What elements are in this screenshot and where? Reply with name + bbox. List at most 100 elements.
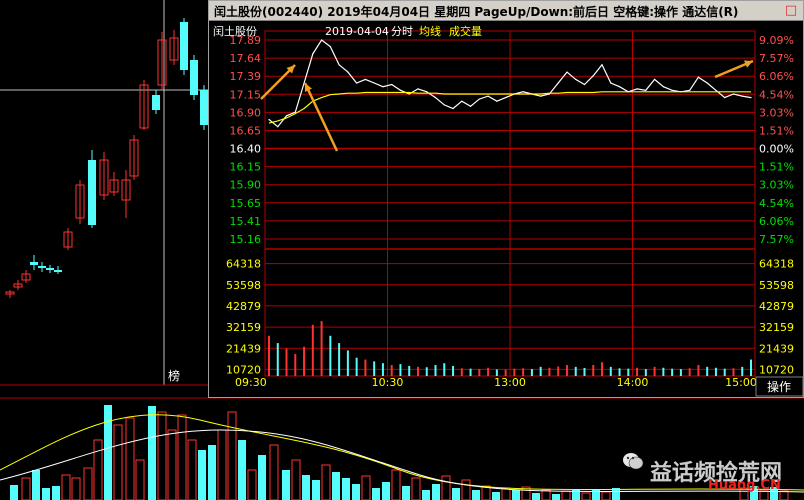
- time-axis-label: 14:00: [617, 376, 649, 389]
- volume-axis-label: 64318: [226, 258, 261, 271]
- price-point: [662, 86, 664, 88]
- percent-axis-label: 3.03%: [759, 106, 794, 119]
- volume-axis-label-right: 10720: [759, 363, 794, 376]
- bg-volume-bar: [21, 477, 31, 500]
- bg-volume-bar: [572, 489, 580, 500]
- price-axis-label: 15.16: [230, 233, 262, 246]
- intraday-chart[interactable]: 17.89 9.09%17.64 7.57%17.39 6.06%17.15 4.54%…: [209, 21, 804, 399]
- price-point: [531, 93, 533, 95]
- bg-volume-bar: [247, 469, 257, 500]
- volume-axis-label-right: 32159: [759, 321, 794, 334]
- price-point: [312, 53, 314, 55]
- bg-volume-bar: [269, 444, 279, 500]
- volume-axis-label: 32159: [226, 321, 261, 334]
- bg-volume-bar: [238, 440, 246, 500]
- bg-candle: [152, 95, 160, 110]
- bg-volume-bar: [382, 482, 390, 500]
- price-point: [426, 91, 428, 93]
- bg-volume-bar: [402, 486, 410, 500]
- price-point: [487, 95, 489, 97]
- popup-title-bar[interactable]: 闰土股份(002440) 2019年04月04日 星期四 PageUp/Down…: [209, 1, 803, 21]
- chart-avg-legend: 均线: [419, 24, 441, 38]
- volume-axis-label-right: 64318: [759, 258, 794, 271]
- price-point: [399, 89, 402, 91]
- bg-volume-bar: [167, 429, 177, 500]
- price-point: [592, 75, 594, 77]
- bg-volume-bar: [208, 445, 216, 500]
- bg-volume-bar: [541, 489, 551, 500]
- bg-volume-bar: [501, 487, 511, 500]
- bg-volume-bar: [342, 478, 350, 500]
- price-point: [461, 100, 463, 102]
- price-point: [557, 82, 559, 84]
- bg-volume-bar: [601, 491, 611, 500]
- volume-axis-label-right: 21439: [759, 342, 794, 355]
- price-point: [741, 95, 743, 97]
- volume-axis-label: 21439: [226, 342, 261, 355]
- bg-volume-bar: [321, 464, 331, 500]
- price-point: [452, 107, 454, 110]
- price-point: [750, 97, 752, 99]
- price-point: [391, 83, 393, 86]
- watermark-subtext: Huang.CN: [708, 478, 781, 493]
- price-point: [382, 86, 384, 88]
- bg-volume-bar: [532, 493, 540, 500]
- price-point: [583, 83, 586, 86]
- close-button[interactable]: □: [783, 3, 799, 18]
- price-point: [294, 111, 296, 113]
- price-point: [715, 89, 717, 91]
- price-axis-label: 15.65: [230, 197, 262, 210]
- price-point: [417, 88, 419, 90]
- price-point: [478, 98, 480, 100]
- bg-label: 榜: [168, 368, 180, 383]
- price-point: [566, 71, 568, 73]
- percent-axis-label: 7.57%: [759, 233, 794, 246]
- price-point: [724, 97, 726, 99]
- price-axis-label: 17.39: [230, 70, 262, 83]
- bg-volume-bar: [581, 492, 591, 500]
- percent-axis-label: 3.03%: [759, 179, 794, 192]
- price-point: [408, 93, 410, 95]
- percent-axis-label: 1.51%: [759, 124, 794, 137]
- price-point: [364, 78, 366, 80]
- bg-volume-bar: [372, 488, 380, 500]
- bg-volume-bar: [391, 469, 401, 500]
- volume-axis-label-right: 53598: [759, 279, 794, 292]
- time-axis-label: 09:30: [235, 376, 267, 389]
- price-axis-label: 16.90: [230, 106, 262, 119]
- intraday-popup-window[interactable]: 闰土股份(002440) 2019年04月04日 星期四 PageUp/Down…: [208, 0, 804, 398]
- bg-candle: [190, 60, 198, 95]
- bg-volume-bar: [352, 484, 360, 500]
- bg-candle: [46, 268, 54, 270]
- bg-candle: [88, 160, 96, 225]
- percent-axis-label: 4.54%: [759, 197, 794, 210]
- operate-button[interactable]: 操作: [767, 379, 791, 394]
- price-point: [338, 64, 340, 66]
- percent-axis-label: 0.00%: [759, 143, 794, 156]
- price-point: [680, 91, 682, 93]
- bg-volume-bar: [432, 484, 440, 500]
- percent-axis-label: 6.06%: [759, 215, 794, 228]
- price-point: [636, 88, 638, 90]
- price-point: [671, 89, 673, 91]
- price-point: [610, 82, 612, 84]
- percent-axis-label: 7.57%: [759, 52, 794, 65]
- bg-volume-bar: [125, 417, 135, 500]
- price-point: [540, 95, 542, 97]
- wechat-icon: [623, 453, 644, 470]
- price-point: [277, 126, 279, 128]
- bg-volume-bar: [561, 490, 571, 500]
- volume-axis-label: 10720: [226, 363, 261, 376]
- price-axis-label: 16.65: [230, 124, 262, 137]
- price-point: [329, 45, 331, 48]
- bg-volume-bar: [227, 411, 237, 500]
- bg-volume-bar: [52, 486, 60, 500]
- bg-volume-bar: [83, 467, 93, 500]
- bg-candle: [180, 22, 188, 70]
- price-point: [522, 91, 524, 93]
- bg-volume-bar: [42, 488, 50, 500]
- price-axis-label: 17.64: [230, 52, 262, 65]
- price-point: [706, 82, 708, 84]
- bg-volume-bar: [113, 424, 123, 500]
- bg-volume-bar: [302, 475, 310, 500]
